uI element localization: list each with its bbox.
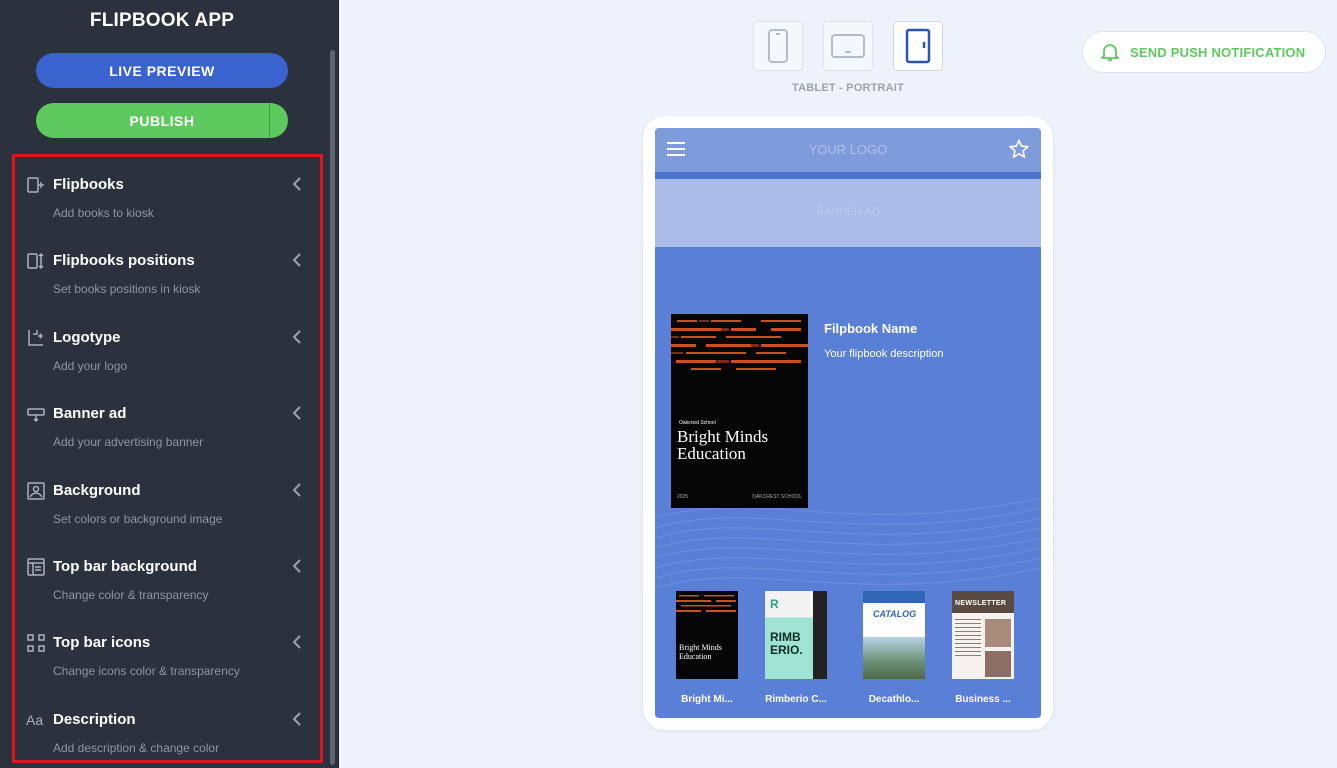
featured-flipbook-cover[interactable]: Oakcrest School Bright Minds Education 2…: [671, 314, 808, 508]
banner-ad-placeholder: BANNER AD: [816, 206, 880, 218]
thumb-photo: [863, 637, 925, 679]
top-bar-divider: [655, 172, 1041, 179]
bell-icon: [1101, 44, 1119, 61]
menu-item-title: Top bar icons: [53, 634, 151, 651]
menu-item-title: Banner ad: [53, 405, 127, 422]
chevron-left-icon[interactable]: [292, 177, 302, 191]
device-label: TABLET - PORTRAIT: [792, 82, 904, 94]
menu-item-top-bar-background[interactable]: Top bar background Change color & transp…: [15, 539, 320, 609]
push-button-label: SEND PUSH NOTIFICATION: [1130, 44, 1306, 60]
chevron-left-icon[interactable]: [292, 330, 302, 344]
menu-item-description[interactable]: Aa Description Add description & change …: [15, 692, 320, 762]
menu-item-subtitle: Change icons color & transparency: [53, 664, 240, 678]
thumb-logo-mark: R: [770, 597, 779, 611]
star-icon[interactable]: [1009, 139, 1029, 159]
tablet-preview-frame: YOUR LOGO BANNER AD Oakcrest School Brig…: [643, 116, 1053, 730]
thumb-cover-title: CATALOG: [873, 609, 917, 619]
banner-icon: [27, 408, 45, 423]
menu-item-subtitle: Set colors or background image: [53, 512, 223, 526]
cover-school: Oakcrest School: [679, 420, 716, 426]
menu-item-subtitle: Set books positions in kiosk: [53, 282, 201, 296]
publish-button[interactable]: PUBLISH: [36, 103, 288, 138]
menu-item-top-bar-icons[interactable]: Top bar icons Change icons color & trans…: [15, 615, 320, 685]
menu-item-flipbooks[interactable]: Flipbooks Add books to kiosk: [15, 157, 320, 227]
phone-icon: [768, 29, 788, 63]
live-preview-button[interactable]: LIVE PREVIEW: [36, 53, 288, 88]
chevron-left-icon[interactable]: [292, 406, 302, 420]
book-label: Bright Mi...: [681, 694, 733, 705]
book-thumbnail[interactable]: Bright Minds Education: [676, 591, 738, 679]
cover-footer: OAKCREST SCHOOL: [752, 494, 802, 500]
thumb-photo: [985, 651, 1011, 677]
cover-title-line1: Bright Minds: [677, 427, 769, 446]
menu-item-title: Top bar background: [53, 558, 197, 575]
book-thumbnail[interactable]: CATALOG: [863, 591, 925, 679]
settings-menu: Flipbooks Add books to kiosk Flipbooks p…: [12, 154, 323, 763]
device-phone-button[interactable]: [753, 21, 803, 71]
positions-icon: [27, 252, 44, 270]
thumb-side-strip: [813, 591, 827, 679]
text-size-icon: Aa: [26, 712, 44, 728]
book-label: Decathlo...: [868, 694, 920, 705]
menu-item-title: Flipbooks positions: [53, 252, 195, 269]
image-icon: [27, 482, 45, 500]
menu-item-subtitle: Add your advertising banner: [53, 435, 204, 449]
thumb-cover-title: NEWSLETTER: [955, 600, 1007, 607]
menu-item-banner-ad[interactable]: Banner ad Add your advertising banner: [15, 386, 320, 456]
menu-item-subtitle: Add your logo: [53, 359, 128, 373]
book-label: Business ...: [955, 694, 1011, 705]
cover-title-line2: Education: [677, 444, 746, 463]
menu-item-title: Background: [53, 482, 141, 499]
menu-item-logotype[interactable]: Logotype Add your logo: [15, 310, 320, 380]
kiosk-preview-screen: YOUR LOGO BANNER AD Oakcrest School Brig…: [655, 128, 1041, 718]
featured-flipbook-description: Your flipbook description: [824, 348, 944, 360]
tablet-landscape-icon: [831, 34, 865, 58]
chevron-left-icon[interactable]: [292, 712, 302, 726]
book-thumbnail[interactable]: NEWSLETTER: [952, 591, 1014, 679]
thumb-header-band: [863, 591, 925, 603]
cover-pattern: [671, 320, 808, 370]
chevron-left-icon[interactable]: [292, 635, 302, 649]
menu-item-title: Logotype: [53, 329, 121, 346]
send-push-notification-button[interactable]: SEND PUSH NOTIFICATION: [1082, 31, 1326, 73]
logotype-icon: [28, 330, 43, 346]
thumb-photo: [985, 619, 1011, 647]
preview-top-bar: YOUR LOGO: [655, 128, 1041, 172]
publish-dropdown-divider: [269, 103, 270, 138]
book-thumbnail[interactable]: R RIMBERIO.: [765, 591, 827, 679]
featured-flipbook-name: Filpbook Name: [824, 321, 918, 336]
preview-logo-placeholder: YOUR LOGO: [808, 142, 888, 157]
thumb-cover-title: Bright Minds Education: [679, 643, 722, 661]
preview-banner-ad: BANNER AD: [655, 179, 1041, 247]
tablet-portrait-icon: [905, 28, 931, 64]
thumb-text-lines: [955, 619, 981, 659]
sidebar: FLIPBOOK APP LIVE PREVIEW PUBLISH Flipbo…: [0, 0, 339, 768]
menu-item-flipbooks-positions[interactable]: Flipbooks positions Set books positions …: [15, 233, 320, 303]
device-tablet-landscape-button[interactable]: [823, 21, 873, 71]
grid-icon: [27, 634, 45, 652]
thumb-cover-title: RIMBERIO.: [770, 630, 803, 657]
menu-item-subtitle: Add description & change color: [53, 741, 220, 755]
cover-year: 2025: [677, 494, 689, 500]
publish-button-label: PUBLISH: [129, 112, 195, 129]
chevron-left-icon[interactable]: [292, 559, 302, 573]
chevron-left-icon[interactable]: [292, 253, 302, 267]
menu-item-title: Flipbooks: [53, 176, 124, 193]
book-label: Rimberio C...: [765, 694, 827, 705]
device-tablet-portrait-button[interactable]: [893, 21, 943, 71]
app-title: FLIPBOOK APP: [89, 10, 235, 31]
chevron-left-icon[interactable]: [292, 483, 302, 497]
menu-item-title: Description: [53, 711, 136, 728]
menu-item-subtitle: Add books to kiosk: [53, 206, 154, 220]
thumb-pattern: [676, 595, 736, 612]
layout-icon: [27, 558, 45, 576]
sidebar-scrollbar[interactable]: [330, 50, 335, 765]
add-book-icon: [27, 177, 44, 193]
menu-item-background[interactable]: Background Set colors or background imag…: [15, 463, 320, 533]
menu-item-subtitle: Change color & transparency: [53, 588, 209, 602]
